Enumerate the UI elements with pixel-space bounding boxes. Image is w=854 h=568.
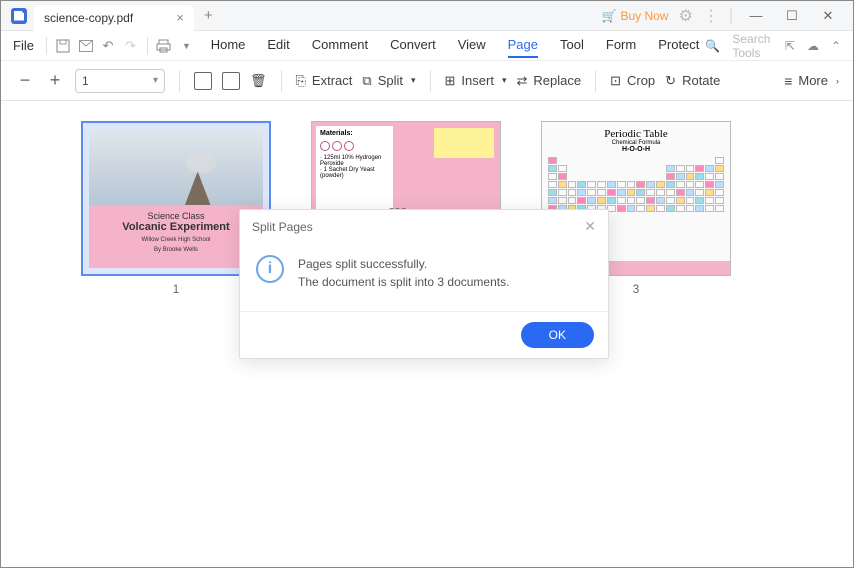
tab-home[interactable]: Home — [211, 33, 246, 58]
rotate-icon: ↻ — [665, 73, 676, 89]
extract-icon: ⎘ — [296, 73, 306, 89]
share-icon[interactable]: ⇱ — [785, 39, 795, 53]
zoom-in-button[interactable]: + — [45, 70, 65, 91]
chevron-down-icon: ▾ — [502, 75, 507, 86]
kebab-icon[interactable]: ⋮ — [703, 6, 719, 26]
new-tab-button[interactable]: + — [204, 7, 213, 24]
tab-view[interactable]: View — [458, 33, 486, 58]
insert-button[interactable]: ⊞Insert▾ — [445, 73, 507, 89]
rotate-right-icon — [222, 72, 240, 90]
page-number-label: 1 — [173, 282, 180, 296]
dialog-close-button[interactable]: ✕ — [584, 218, 596, 235]
split-button[interactable]: ⧉Split▾ — [362, 73, 415, 89]
redo-icon[interactable]: ↷ — [122, 36, 139, 56]
dialog-title: Split Pages — [252, 220, 313, 234]
menubar: File ↶ ↷ ▼ Home Edit Comment Convert Vie… — [1, 31, 853, 61]
print-icon[interactable] — [156, 36, 173, 56]
chevron-down-icon: ▾ — [411, 75, 416, 86]
menu-tabs: Home Edit Comment Convert View Page Tool… — [211, 33, 700, 58]
titlebar: science-copy.pdf × + 🛒 Buy Now ⚙ ⋮ | — ☐… — [1, 1, 853, 31]
tab-filename: science-copy.pdf — [44, 11, 133, 25]
tab-page[interactable]: Page — [508, 33, 538, 58]
search-icon[interactable]: 🔍 — [705, 39, 720, 53]
crop-icon: ⊡ — [610, 73, 621, 89]
insert-icon: ⊞ — [445, 73, 456, 89]
undo-icon[interactable]: ↶ — [100, 36, 117, 56]
page-toolbar: − + 1 🗑 ⎘Extract ⧉Split▾ ⊞Insert▾ ⇄Repla… — [1, 61, 853, 101]
extract-button[interactable]: ⎘Extract — [296, 73, 353, 89]
ok-button[interactable]: OK — [521, 322, 594, 348]
page-number-label: 3 — [633, 282, 640, 296]
crop-button[interactable]: ⊡Crop — [610, 73, 655, 89]
minimize-button[interactable]: — — [743, 8, 769, 23]
tab-comment[interactable]: Comment — [312, 33, 368, 58]
dialog-message-2: The document is split into 3 documents. — [298, 273, 509, 291]
search-tools-input[interactable]: Search Tools — [732, 32, 773, 60]
app-icon — [11, 8, 27, 24]
tab-protect[interactable]: Protect — [658, 33, 699, 58]
collapse-icon[interactable]: ⌃ — [831, 39, 841, 53]
close-button[interactable]: ✕ — [815, 8, 841, 24]
trash-icon: 🗑 — [250, 73, 267, 89]
print-dropdown-icon[interactable]: ▼ — [178, 36, 195, 56]
cloud-icon[interactable]: ☁ — [807, 39, 819, 53]
rotate-right-button[interactable] — [222, 72, 240, 90]
dialog-message-1: Pages split successfully. — [298, 255, 509, 273]
chevron-right-icon: › — [836, 76, 839, 86]
tab-form[interactable]: Form — [606, 33, 636, 58]
info-icon: i — [256, 255, 284, 283]
more-button[interactable]: ≡More› — [784, 73, 839, 89]
split-pages-dialog: Split Pages ✕ i Pages split successfully… — [239, 209, 609, 359]
file-menu[interactable]: File — [13, 38, 34, 53]
cart-icon: 🛒 — [602, 9, 617, 23]
tab-tool[interactable]: Tool — [560, 33, 584, 58]
tab-close-icon[interactable]: × — [176, 10, 184, 25]
delete-page-button[interactable]: 🗑 — [250, 73, 267, 89]
page-number-input[interactable]: 1 — [75, 69, 165, 93]
mail-icon[interactable] — [77, 36, 94, 56]
buy-now-link[interactable]: 🛒 Buy Now — [602, 9, 669, 23]
save-icon[interactable] — [55, 36, 72, 56]
rotate-left-button[interactable] — [194, 72, 212, 90]
tab-convert[interactable]: Convert — [390, 33, 436, 58]
document-tab[interactable]: science-copy.pdf × — [34, 5, 194, 31]
tab-edit[interactable]: Edit — [267, 33, 289, 58]
rotate-button[interactable]: ↻Rotate — [665, 73, 720, 89]
split-icon: ⧉ — [362, 73, 371, 89]
settings-icon[interactable]: ⚙ — [679, 6, 693, 26]
maximize-button[interactable]: ☐ — [779, 8, 805, 24]
replace-icon: ⇄ — [516, 73, 527, 89]
replace-button[interactable]: ⇄Replace — [516, 73, 581, 89]
zoom-out-button[interactable]: − — [15, 70, 35, 91]
rotate-left-icon — [194, 72, 212, 90]
